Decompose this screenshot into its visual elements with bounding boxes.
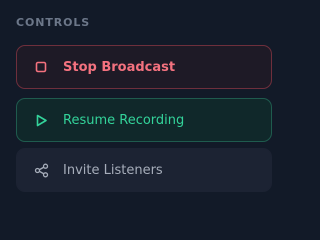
stop-broadcast-label: Stop Broadcast bbox=[63, 59, 176, 75]
resume-recording-button[interactable]: Resume Recording bbox=[16, 98, 272, 142]
play-triangle-icon bbox=[33, 112, 49, 128]
share-nodes-icon bbox=[33, 162, 49, 178]
controls-section-label: CONTROLS bbox=[16, 16, 91, 29]
invite-listeners-label: Invite Listeners bbox=[63, 162, 163, 178]
invite-listeners-button[interactable]: Invite Listeners bbox=[16, 148, 272, 192]
stop-square-icon bbox=[33, 59, 49, 75]
resume-recording-label: Resume Recording bbox=[63, 112, 185, 128]
stop-broadcast-button[interactable]: Stop Broadcast bbox=[16, 45, 272, 89]
